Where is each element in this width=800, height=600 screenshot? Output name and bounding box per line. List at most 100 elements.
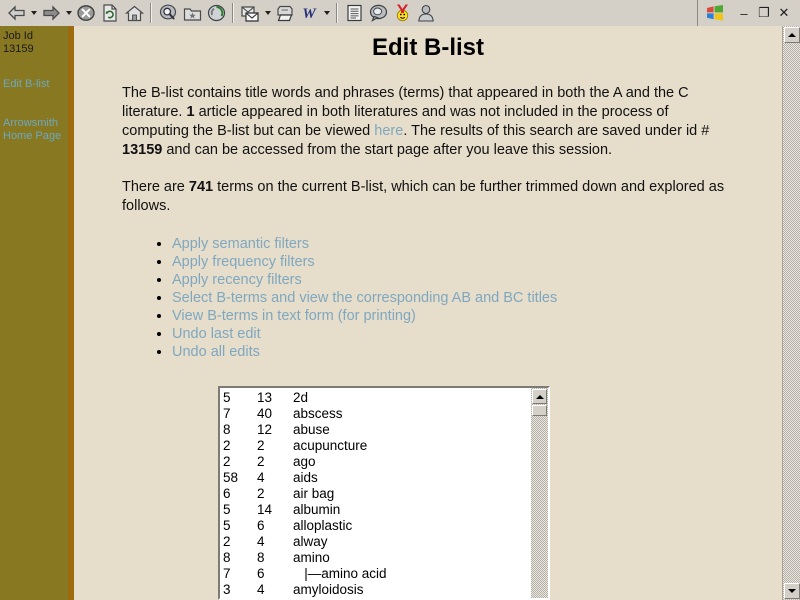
term-row[interactable]: 8 12 abuse	[223, 422, 530, 438]
listbox-scroll-thumb[interactable]	[532, 405, 547, 416]
saved-job-id: 13159	[122, 142, 163, 158]
term-name: abuse	[293, 422, 330, 437]
term-count-a: 7	[223, 566, 231, 581]
speech-bubble-icon	[369, 4, 387, 22]
article-count: 1	[186, 104, 195, 120]
term-row[interactable]: 3 4 amyloidosis	[223, 582, 530, 598]
restore-button[interactable]: ❐	[754, 3, 774, 23]
arrow-up-icon	[535, 394, 544, 399]
term-name: |—amino acid	[293, 566, 387, 581]
term-count-b: 2	[257, 438, 265, 453]
window-controls: – ❐ ✕	[697, 0, 800, 26]
term-row[interactable]: 7 6 |—amino acid	[223, 566, 530, 582]
page-scroll-up-button[interactable]	[783, 27, 800, 43]
svg-text:W: W	[302, 6, 317, 21]
action-link-6[interactable]: Undo all edits	[172, 344, 260, 360]
term-name: alloplastic	[293, 518, 353, 533]
term-name: amyloidosis	[293, 582, 364, 597]
action-link-5[interactable]: Undo last edit	[172, 326, 261, 342]
term-row[interactable]: 2 4 alway	[223, 534, 530, 550]
yahoo-button[interactable]	[390, 2, 414, 24]
sidebar-item-edit-b-list[interactable]: Edit B-list	[3, 78, 63, 91]
b-term-listbox[interactable]: 5 13 2d 7 40 abscess 8 12 abuse 2 2 acupuncture 2 2 ag…	[218, 386, 550, 600]
action-link-0[interactable]: Apply semantic filters	[172, 236, 309, 252]
intro-part-3: . The results of this search are saved u…	[403, 123, 710, 139]
term-count-b: 12	[257, 422, 273, 437]
term-count-a: 58	[223, 470, 239, 485]
term-name: air bag	[293, 486, 335, 501]
listbox-scroll-up-button[interactable]	[532, 389, 547, 404]
term-row[interactable]: 6 2 air bag	[223, 486, 530, 502]
term-row[interactable]: 5 6 alloplastic	[223, 518, 530, 534]
minimize-button[interactable]: –	[734, 3, 754, 23]
arrow-down-icon	[787, 589, 796, 593]
favorites-button[interactable]	[180, 2, 204, 24]
history-icon	[207, 4, 225, 22]
history-button[interactable]	[204, 2, 228, 24]
home-button[interactable]	[122, 2, 146, 24]
search-button[interactable]	[156, 2, 180, 24]
messenger-button[interactable]	[366, 2, 390, 24]
sidebar-item-arrowsmith-home-page[interactable]: Arrowsmith Home Page	[3, 117, 63, 143]
term-row[interactable]: 2 2 acupuncture	[223, 438, 530, 454]
browser-toolbar: W – ❐ ✕	[0, 0, 800, 27]
term-row[interactable]: 58 4 aids	[223, 470, 530, 486]
term-row[interactable]: 5 13 2d	[223, 390, 530, 406]
stop-icon	[77, 5, 95, 21]
action-link-2[interactable]: Apply recency filters	[172, 272, 302, 288]
terms-count-paragraph: There are 741 terms on the current B-lis…	[122, 178, 734, 216]
stop-button[interactable]	[74, 2, 98, 24]
toolbar-separator	[232, 3, 234, 23]
action-link-1[interactable]: Apply frequency filters	[172, 254, 315, 270]
action-list-item: View B-terms in text form (for printing)	[172, 307, 782, 325]
mail-icon	[241, 5, 259, 22]
term-row[interactable]: 7 40 abscess	[223, 406, 530, 422]
windows-logo-icon	[707, 5, 723, 21]
back-button[interactable]	[4, 2, 28, 24]
word-w-icon: W	[302, 6, 317, 21]
action-link-4[interactable]: View B-terms in text form (for printing)	[172, 308, 416, 324]
term-count-a: 2	[223, 534, 231, 549]
action-link-3[interactable]: Select B-terms and view the correspondin…	[172, 290, 557, 306]
mail-button[interactable]	[238, 2, 262, 24]
term-count-a: 5	[223, 518, 231, 533]
forward-dropdown-caret-icon[interactable]	[63, 2, 74, 24]
b-term-list-rows[interactable]: 5 13 2d 7 40 abscess 8 12 abuse 2 2 acupuncture 2 2 ag…	[220, 388, 530, 598]
close-button[interactable]: ✕	[774, 3, 794, 23]
listbox-scrollbar[interactable]	[530, 388, 548, 598]
person-icon	[418, 4, 434, 22]
back-dropdown-caret-icon[interactable]	[28, 2, 39, 24]
page-scroll-down-button[interactable]	[783, 583, 800, 599]
term-row[interactable]: 8 8 amino	[223, 550, 530, 566]
print-button[interactable]	[273, 2, 297, 24]
term-name: amino	[293, 550, 330, 565]
word-dropdown-caret-icon[interactable]	[321, 2, 332, 24]
action-list-item: Apply semantic filters	[172, 235, 782, 253]
arrow-up-icon	[787, 33, 796, 37]
page-scrollbar[interactable]	[782, 26, 800, 600]
term-count-b: 40	[257, 406, 273, 421]
toolbar-button-group: W	[0, 0, 438, 26]
here-link[interactable]: here	[374, 123, 403, 139]
page-title: Edit B-list	[372, 34, 484, 61]
refresh-button[interactable]	[98, 2, 122, 24]
browser-window: W – ❐ ✕ Job Id 13159 Edit B-list Arrowsm…	[0, 0, 800, 600]
term-row[interactable]: 2 2 ago	[223, 454, 530, 470]
term-count-a: 8	[223, 422, 231, 437]
edit-word-button[interactable]: W	[297, 2, 321, 24]
action-list-item: Apply frequency filters	[172, 253, 782, 271]
term-count-b: 2	[257, 454, 265, 469]
term-count-a: 3	[223, 582, 231, 597]
term-count-a: 2	[223, 438, 231, 453]
intro-part-4: and can be accessed from the start page …	[162, 142, 613, 158]
search-icon	[159, 4, 176, 20]
forward-button[interactable]	[39, 2, 63, 24]
mail-dropdown-caret-icon[interactable]	[262, 2, 273, 24]
profile-button[interactable]	[414, 2, 438, 24]
action-link-list: Apply semantic filters Apply frequency fi…	[74, 235, 782, 361]
discuss-button[interactable]	[342, 2, 366, 24]
refresh-icon	[103, 4, 117, 22]
term-name: 2d	[293, 390, 309, 405]
term-count-b: 4	[257, 582, 265, 597]
term-row[interactable]: 5 14 albumin	[223, 502, 530, 518]
